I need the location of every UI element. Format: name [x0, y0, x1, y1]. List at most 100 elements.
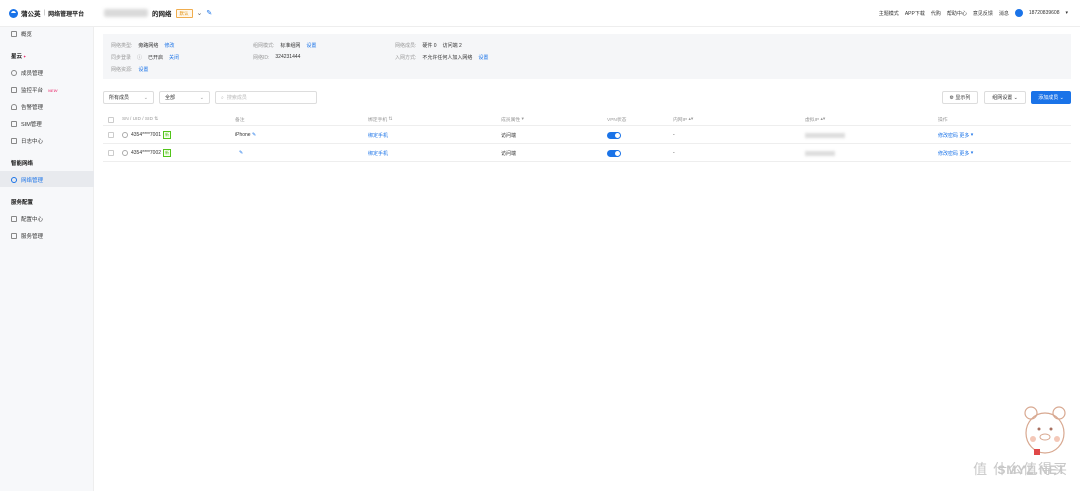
member-filter-select[interactable]: 所有成员 ⌄ [103, 91, 154, 104]
col-virtual-ip[interactable]: 虚拟IP ▴▾ [805, 114, 825, 125]
sidebar-item-config[interactable]: 配置中心 [11, 215, 43, 223]
button-label: 添加成员 [1038, 95, 1059, 101]
lan-ip: - [673, 132, 675, 138]
avatar[interactable] [1014, 9, 1023, 17]
members-icon [11, 70, 17, 76]
app-logo[interactable]: 蒲公英 | 网络管理平台 [9, 8, 84, 18]
help-link[interactable]: 帮助中心 [947, 10, 967, 17]
sidebar-item-logs[interactable]: 日志中心 [11, 137, 43, 145]
info-label: 网络类型: [111, 43, 133, 49]
vpn-toggle[interactable] [607, 145, 621, 161]
new-badge: ✦ [23, 54, 27, 59]
change-password-link[interactable]: 修改密码 [938, 150, 958, 157]
home-icon [11, 31, 17, 37]
sim-icon [11, 121, 17, 127]
info-label: 网络资源: [111, 67, 133, 73]
member-remark: ✎ [235, 145, 243, 161]
virtual-ip-redacted [805, 127, 845, 143]
col-phone[interactable]: 绑定手机 ⇅ [368, 114, 393, 125]
network-info-panel: 网络类型: 旁路网络 修改 组网模式: 标准组网 设置 网络成员: 硬件 0 访… [103, 34, 1071, 79]
user-menu-caret-icon[interactable]: ▾ [1065, 10, 1068, 16]
col-label: 绑定手机 [368, 118, 388, 123]
bind-phone-link[interactable]: 绑定手机 [368, 127, 388, 143]
more-link[interactable]: 更多 [959, 150, 969, 157]
mascot-watermark-icon [1024, 406, 1066, 455]
button-label: 组网设置 [992, 95, 1013, 101]
chevron-down-icon[interactable]: ⌄ [197, 9, 203, 17]
col-sn[interactable]: SN / UID / SID ⇅ [122, 114, 158, 125]
search-input[interactable]: ⌕ 搜索成员 [215, 91, 317, 104]
info-sync-login: 同步登录 ⓘ 已开启 关闭 [111, 54, 179, 61]
col-remark: 备注 [235, 118, 245, 123]
chevron-down-icon[interactable]: ▾ [969, 150, 974, 156]
default-tag: 默认 [175, 8, 193, 18]
row-checkbox[interactable] [108, 145, 114, 161]
sidebar-item-members[interactable]: 成员管理 [11, 69, 43, 77]
member-attr: 访问端 [501, 150, 517, 157]
help-icon[interactable]: ⓘ [137, 54, 142, 61]
user-phone[interactable]: 18720839608 [1029, 10, 1060, 16]
col-lan-ip[interactable]: 内网IP ▴▾ [673, 114, 693, 125]
close-link[interactable]: 关闭 [169, 54, 179, 61]
sidebar: 概览 星云✦ 成员管理 监控平台 NEW 告警管理 SIM管理 日志中心 智能网… [0, 27, 94, 491]
col-attr[interactable]: 成员属性 ▾ [501, 114, 524, 125]
bind-phone-link[interactable]: 绑定手机 [368, 145, 388, 161]
member-id: 4354****7001 新 [122, 127, 172, 143]
row-checkbox[interactable] [108, 127, 114, 143]
col-vpn: VPN状态 [607, 118, 627, 123]
edit-icon[interactable]: ✎ [206, 9, 212, 17]
new-tag: 新 [163, 131, 172, 139]
modify-link[interactable]: 修改 [164, 42, 174, 49]
button-label: 显示列 [955, 95, 971, 101]
show-columns-button[interactable]: ⚙ 显示列 [942, 91, 978, 104]
vpn-toggle[interactable] [607, 127, 621, 143]
remark-text: iPhone [235, 132, 251, 138]
info-value: 不允许任何人加入网络 [422, 55, 473, 61]
logo-separator: | [43, 10, 46, 16]
sidebar-item-overview[interactable]: 概览 [11, 30, 32, 38]
network-settings-button[interactable]: 组网设置 ⌄ [984, 91, 1026, 104]
edit-icon[interactable]: ✎ [239, 150, 243, 156]
add-member-button[interactable]: 添加成员 ⌄ [1031, 91, 1071, 104]
member-id-text: 4354****7002 [131, 150, 162, 156]
select-all-checkbox[interactable] [108, 114, 114, 125]
info-value: 324231444 [275, 54, 301, 60]
sidebar-item-label: 配置中心 [21, 217, 44, 223]
sidebar-group-cloud: 星云✦ [11, 52, 26, 60]
info-label: 网络ID: [253, 55, 270, 61]
sidebar-item-label: SIM管理 [21, 122, 42, 128]
type-filter-select[interactable]: 全部 ⌄ [159, 91, 210, 104]
new-badge: NEW [48, 87, 58, 93]
sidebar-item-label: 成员管理 [21, 71, 44, 77]
chevron-down-icon: ⌄ [1012, 94, 1018, 101]
sidebar-item-alerts[interactable]: 告警管理 [11, 103, 43, 111]
settings-link[interactable]: 设置 [478, 54, 488, 61]
network-title[interactable]: 的网络 默认 ⌄ ✎ [104, 8, 212, 18]
sidebar-item-sim[interactable]: SIM管理 [11, 120, 42, 128]
purchase-link[interactable]: 代购 [931, 10, 941, 17]
chevron-down-icon[interactable]: ▾ [969, 132, 974, 138]
sidebar-item-monitor[interactable]: 监控平台 NEW [11, 86, 57, 94]
sidebar-item-services[interactable]: 服务管理 [11, 232, 43, 240]
chevron-down-icon: ⌄ [1058, 94, 1064, 101]
messages-link[interactable]: 消息 [999, 10, 1009, 17]
settings-link[interactable]: 设置 [138, 66, 148, 73]
more-link[interactable]: 更多 [959, 132, 969, 139]
theme-link[interactable]: 主题模式 [879, 10, 899, 17]
sidebar-item-label: 概览 [21, 32, 33, 38]
change-password-link[interactable]: 修改密码 [938, 132, 958, 139]
sidebar-item-label: 监控平台 [21, 88, 44, 94]
info-value: 访问端 2 [442, 43, 462, 49]
edit-icon[interactable]: ✎ [251, 132, 256, 138]
table-row: 4354****7001 新 iPhone ✎ 绑定手机 访问端 - 修改密码 … [103, 127, 1071, 144]
info-label: 入网方式: [395, 55, 417, 61]
config-icon [11, 216, 17, 222]
feedback-link[interactable]: 意见反馈 [973, 10, 993, 17]
network-owner-redacted [104, 9, 148, 17]
sidebar-item-label: 网络管理 [21, 178, 44, 184]
virtual-ip-redacted [805, 145, 835, 161]
app-download-link[interactable]: APP下载 [905, 10, 925, 17]
settings-link[interactable]: 设置 [306, 42, 316, 49]
member-id: 4354****7002 新 [122, 145, 172, 161]
sidebar-item-network[interactable]: 网络管理 [11, 176, 43, 184]
